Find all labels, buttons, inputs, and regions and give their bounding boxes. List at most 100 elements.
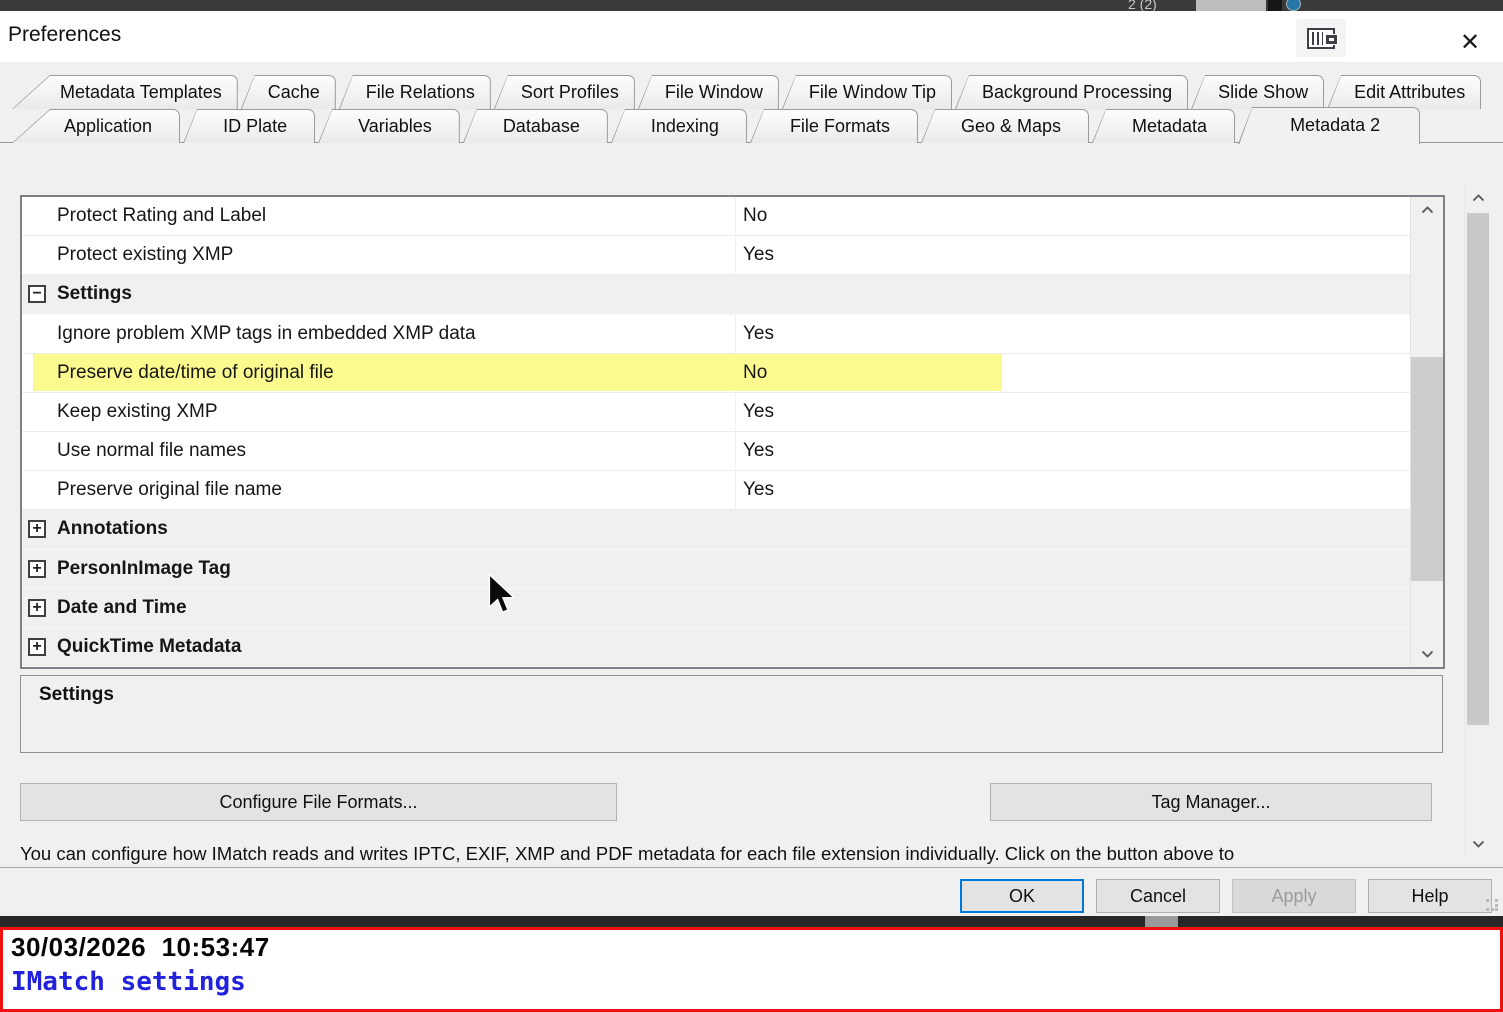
setting-value[interactable]: Yes <box>735 315 1410 353</box>
tab-label: File Window <box>638 75 779 109</box>
page-scrollbar[interactable] <box>1464 185 1491 857</box>
tab-label: File Window Tip <box>782 75 952 109</box>
background-dark-strip <box>0 916 1503 927</box>
setting-label: QuickTime Metadata <box>46 636 241 658</box>
annotation-status-panel: 30/03/2026 10:53:47 IMatch settings <box>0 927 1503 1012</box>
setting-row-protect-rating-and-label[interactable]: Protect Rating and LabelNo <box>22 197 1410 236</box>
setting-description-box: Settings <box>20 675 1443 753</box>
setting-description-title: Settings <box>39 684 114 706</box>
page-help-text: You can configure how IMatch reads and w… <box>20 843 1460 867</box>
setting-value[interactable]: No <box>735 197 1410 235</box>
status-datetime: 30/03/2026 10:53:47 <box>11 932 270 963</box>
background-fragment-dark <box>1268 0 1282 11</box>
background-count-text: 2 (2) <box>1128 0 1157 11</box>
setting-value[interactable]: Yes <box>735 236 1410 274</box>
tab-slide-show[interactable]: Slide Show <box>1191 75 1324 109</box>
page-scroll-up-icon[interactable] <box>1465 187 1491 209</box>
window-panel-icon <box>1307 28 1335 49</box>
tab-application[interactable]: Application <box>12 109 180 143</box>
grid-scroll-down-icon[interactable] <box>1411 643 1443 665</box>
expander-plus-icon[interactable]: + <box>28 520 46 538</box>
setting-label: PersonInImage Tag <box>46 558 231 580</box>
setting-label: Keep existing XMP <box>22 401 735 423</box>
setting-value[interactable]: Yes <box>735 471 1410 509</box>
tab-file-relations[interactable]: File Relations <box>339 75 491 109</box>
tab-label: Edit Attributes <box>1327 75 1481 109</box>
group-row-settings[interactable]: −Settings <box>22 275 1410 314</box>
tab-cache[interactable]: Cache <box>241 75 336 109</box>
tab-geo-maps[interactable]: Geo & Maps <box>921 109 1089 143</box>
tab-label: File Formats <box>750 109 918 143</box>
tab-label: Variables <box>318 109 460 143</box>
tab-background-processing[interactable]: Background Processing <box>955 75 1188 109</box>
tab-label: Database <box>463 109 608 143</box>
tag-manager-button[interactable]: Tag Manager... <box>990 783 1432 821</box>
tab-label: Metadata <box>1092 109 1235 143</box>
tab-indexing[interactable]: Indexing <box>611 109 747 143</box>
setting-label: Protect existing XMP <box>22 244 735 266</box>
configure-file-formats-button[interactable]: Configure File Formats... <box>20 783 617 821</box>
background-app-strip: 2 (2) <box>0 0 1503 11</box>
setting-label: Protect Rating and Label <box>22 205 735 227</box>
close-button[interactable]: ✕ <box>1448 24 1492 60</box>
tab-label: Sort Profiles <box>494 75 635 109</box>
setting-value[interactable]: Yes <box>735 393 1410 431</box>
group-row-date-and-time[interactable]: +Date and Time <box>22 589 1410 628</box>
setting-label: Date and Time <box>46 597 187 619</box>
tab-edit-attributes[interactable]: Edit Attributes <box>1327 75 1481 109</box>
ok-button[interactable]: OK <box>960 879 1084 913</box>
tab-label: Indexing <box>611 109 747 143</box>
grid-scroll-up-icon[interactable] <box>1411 199 1443 221</box>
help-button[interactable]: Help <box>1368 879 1492 913</box>
setting-value[interactable]: No <box>735 354 1410 392</box>
tab-row-2: ApplicationID PlateVariablesDatabaseInde… <box>12 109 1423 143</box>
setting-label: Preserve date/time of original file <box>22 362 735 384</box>
setting-label: Ignore problem XMP tags in embedded XMP … <box>22 323 735 345</box>
apply-button: Apply <box>1232 879 1356 913</box>
tab-label: Background Processing <box>955 75 1188 109</box>
tab-file-window[interactable]: File Window <box>638 75 779 109</box>
group-row-quicktime-metadata[interactable]: +QuickTime Metadata <box>22 628 1410 667</box>
page-scroll-down-icon[interactable] <box>1465 833 1491 855</box>
expander-plus-icon[interactable]: + <box>28 638 46 656</box>
tab-id-plate[interactable]: ID Plate <box>183 109 315 143</box>
dialog-buttons: OK Cancel Apply Help <box>960 879 1492 913</box>
setting-row-preserve-original-file-name[interactable]: Preserve original file nameYes <box>22 471 1410 510</box>
group-row-annotations[interactable]: +Annotations <box>22 510 1410 549</box>
page-scrollbar-thumb[interactable] <box>1467 213 1489 725</box>
tab-row-1: Metadata TemplatesCacheFile RelationsSor… <box>12 75 1484 109</box>
setting-value[interactable]: Yes <box>735 432 1410 470</box>
context-help-button[interactable] <box>1296 19 1346 57</box>
dialog-footer: OK Cancel Apply Help <box>0 868 1503 916</box>
tab-label: File Relations <box>339 75 491 109</box>
tab-variables[interactable]: Variables <box>318 109 460 143</box>
tab-file-formats[interactable]: File Formats <box>750 109 918 143</box>
setting-row-protect-existing-xmp[interactable]: Protect existing XMPYes <box>22 236 1410 275</box>
background-fragment-2 <box>1145 916 1178 927</box>
resize-grip-icon[interactable] <box>1486 899 1500 913</box>
settings-grid-rows: Protect Rating and LabelNoProtect existi… <box>22 197 1410 667</box>
setting-row-use-normal-file-names[interactable]: Use normal file namesYes <box>22 432 1410 471</box>
group-row-personinimage-tag[interactable]: +PersonInImage Tag <box>22 550 1410 589</box>
tab-label: Geo & Maps <box>921 109 1089 143</box>
setting-row-preserve-date-time-of-original-file[interactable]: Preserve date/time of original fileNo <box>22 354 1410 393</box>
setting-label: Use normal file names <box>22 440 735 462</box>
tab-metadata-templates[interactable]: Metadata Templates <box>12 75 238 109</box>
expander-plus-icon[interactable]: + <box>28 560 46 578</box>
tab-metadata-2[interactable]: Metadata 2 <box>1238 107 1420 144</box>
status-label: IMatch settings <box>11 967 246 997</box>
cancel-button[interactable]: Cancel <box>1096 879 1220 913</box>
setting-label: Preserve original file name <box>22 479 735 501</box>
tab-sort-profiles[interactable]: Sort Profiles <box>494 75 635 109</box>
grid-scrollbar-thumb[interactable] <box>1411 357 1443 581</box>
expander-plus-icon[interactable]: + <box>28 599 46 617</box>
expander-minus-icon[interactable]: − <box>28 285 46 303</box>
setting-row-keep-existing-xmp[interactable]: Keep existing XMPYes <box>22 393 1410 432</box>
setting-row-ignore-problem-xmp-tags-in-embedded-xmp-data[interactable]: Ignore problem XMP tags in embedded XMP … <box>22 315 1410 354</box>
tab-file-window-tip[interactable]: File Window Tip <box>782 75 952 109</box>
grid-scrollbar[interactable] <box>1410 197 1443 667</box>
tab-label: Cache <box>241 75 336 109</box>
dialog-titlebar: Preferences ✕ <box>0 11 1503 62</box>
tab-database[interactable]: Database <box>463 109 608 143</box>
tab-metadata[interactable]: Metadata <box>1092 109 1235 143</box>
